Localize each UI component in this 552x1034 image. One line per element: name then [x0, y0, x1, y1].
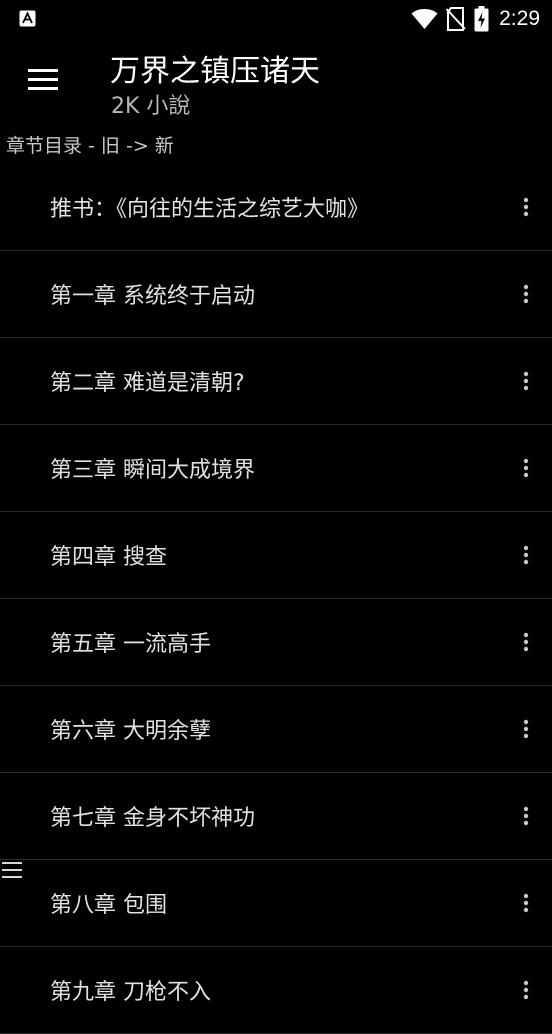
chapter-title: 第五章 一流高手 — [50, 632, 211, 657]
more-options-icon[interactable] — [512, 976, 540, 1004]
more-options-icon[interactable] — [512, 541, 540, 569]
drag-handle-icon[interactable] — [2, 861, 22, 879]
chapter-title: 推书：《向往的生活之综艺大咖》 — [50, 196, 370, 222]
chapter-title: 第九章 刀枪不入 — [50, 980, 211, 1005]
chapter-row[interactable]: 第六章 大明余孽 — [0, 686, 552, 773]
more-options-icon[interactable] — [512, 715, 540, 743]
app-bar: 万界之镇压诸天 2K 小說 — [0, 38, 552, 124]
hamburger-menu-icon[interactable] — [25, 66, 61, 94]
chapter-row[interactable]: 第七章 金身不坏神功 — [0, 773, 552, 860]
chapter-title: 第二章 难道是清朝? — [50, 371, 245, 396]
wifi-icon — [411, 9, 438, 29]
chapter-title: 第四章 搜查 — [50, 545, 167, 570]
status-time: 2:29 — [499, 7, 540, 30]
battery-charging-icon — [474, 6, 489, 32]
more-options-icon[interactable] — [512, 193, 540, 221]
chapter-row[interactable]: 第四章 搜查 — [0, 512, 552, 599]
status-icons: 2:29 — [411, 4, 540, 34]
more-options-icon[interactable] — [512, 367, 540, 395]
chapter-row[interactable]: 第八章 包围 — [0, 860, 552, 947]
chapter-row[interactable]: 第三章 瞬间大成境界 — [0, 425, 552, 512]
more-options-icon[interactable] — [512, 454, 540, 482]
chapter-row[interactable]: 第九章 刀枪不入 — [0, 947, 552, 1034]
more-options-icon[interactable] — [512, 889, 540, 917]
status-bar: 2:29 — [0, 0, 552, 38]
chapter-title: 第八章 包围 — [50, 893, 167, 918]
more-options-icon[interactable] — [512, 628, 540, 656]
chapter-list-header[interactable]: 章节目录 - 旧 -> 新 — [6, 131, 174, 158]
chapter-title: 第三章 瞬间大成境界 — [50, 458, 255, 483]
chapter-title: 第一章 系统终于启动 — [50, 284, 255, 309]
chapter-title: 第七章 金身不坏神功 — [50, 806, 255, 831]
more-options-icon[interactable] — [512, 280, 540, 308]
chapter-title: 第六章 大明余孽 — [50, 719, 211, 744]
no-sim-icon — [446, 7, 466, 31]
book-title: 万界之镇压诸天 — [110, 54, 320, 89]
more-options-icon[interactable] — [512, 802, 540, 830]
app-notification-icon — [19, 10, 36, 27]
chapter-row[interactable]: 第一章 系统终于启动 — [0, 251, 552, 338]
chapter-row[interactable]: 推书：《向往的生活之综艺大咖》 — [0, 163, 552, 251]
chapter-row[interactable]: 第二章 难道是清朝? — [0, 338, 552, 425]
chapter-row[interactable]: 第五章 一流高手 — [0, 599, 552, 686]
book-source: 2K 小說 — [111, 94, 191, 119]
chapter-list: 推书：《向往的生活之综艺大咖》 第一章 系统终于启动 第二章 难道是清朝? 第三… — [0, 163, 552, 1034]
